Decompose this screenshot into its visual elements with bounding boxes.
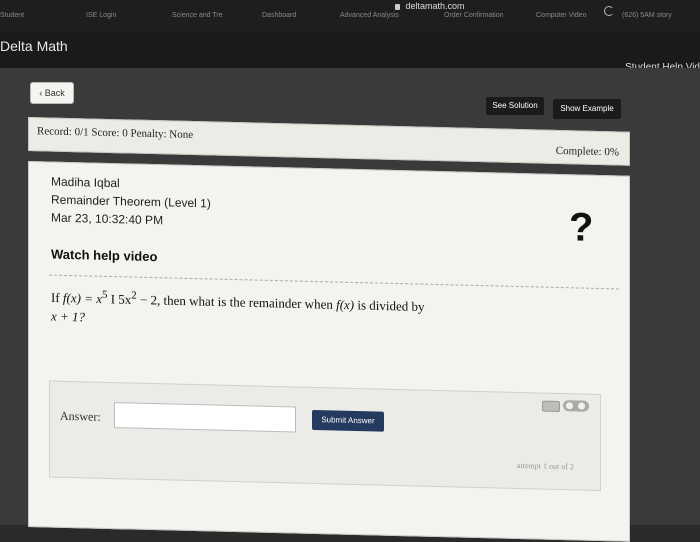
q-tail: − 2, then what is the remainder when — [136, 291, 337, 312]
browser-toolbar: deltamath.com Student ISE Login Science … — [0, 0, 700, 32]
tab-story[interactable]: (626) 5AM story — [622, 12, 672, 19]
record-summary: Record: 0/1 Score: 0 Penalty: None — [37, 125, 194, 142]
q-end: is divided by — [354, 297, 425, 315]
chevron-left-icon: ‹ — [39, 88, 43, 98]
tab-ise-login[interactable]: ISE Login — [86, 12, 116, 19]
back-button[interactable]: ‹ Back — [30, 82, 74, 104]
tab-order[interactable]: Order Confirmation — [444, 12, 504, 19]
see-solution-button[interactable]: See Solution — [486, 97, 544, 115]
question-text: If f(x) = x5 I 5x2 − 2, then what is the… — [51, 285, 591, 340]
show-example-button[interactable]: Show Example — [553, 99, 621, 119]
toggle-icon[interactable] — [563, 400, 589, 412]
submit-answer-button[interactable]: Submit Answer — [312, 409, 384, 432]
q-fx: f(x) — [336, 296, 355, 313]
problem-card: Madiha Iqbal Remainder Theorem (Level 1)… — [28, 161, 630, 542]
lock-icon — [395, 4, 400, 10]
tab-student[interactable]: Student — [0, 12, 24, 19]
url-text: deltamath.com — [405, 1, 465, 11]
answer-area: Answer: Submit Answer attempt 1 out of 2 — [49, 380, 601, 492]
watch-help-video-link[interactable]: Watch help video — [51, 247, 157, 265]
q-divisor: x + 1? — [51, 308, 86, 325]
address-bar[interactable]: deltamath.com — [395, 1, 465, 11]
reload-icon[interactable] — [604, 6, 614, 16]
tab-dashboard[interactable]: Dashboard — [262, 12, 296, 19]
tab-analysis[interactable]: Advanced Analysis — [340, 12, 399, 19]
q-function: f(x) = x — [62, 290, 103, 307]
keyboard-icon[interactable] — [542, 400, 560, 413]
q-operator: I 5x — [107, 291, 132, 307]
question-mark-icon[interactable]: ? — [569, 205, 593, 251]
page-content: ‹ Back See Solution Show Example Record:… — [0, 68, 700, 542]
answer-label: Answer: — [60, 408, 101, 424]
q-prefix: If — [51, 289, 63, 306]
answer-input[interactable] — [114, 402, 296, 433]
tab-video[interactable]: Computer Video — [536, 12, 586, 19]
attempt-counter: attempt 1 out of 2 — [517, 460, 574, 472]
app-header: Delta Math Student Help Vid — [0, 32, 700, 73]
problem-meta: Madiha Iqbal Remainder Theorem (Level 1)… — [51, 173, 211, 231]
delta-math-logo[interactable]: Delta Math — [0, 38, 68, 54]
record-bar: Record: 0/1 Score: 0 Penalty: None Compl… — [28, 117, 630, 166]
back-label: Back — [44, 88, 65, 98]
tab-science[interactable]: Science and Tre — [172, 12, 223, 19]
completion-status: Complete: 0% — [555, 144, 619, 159]
